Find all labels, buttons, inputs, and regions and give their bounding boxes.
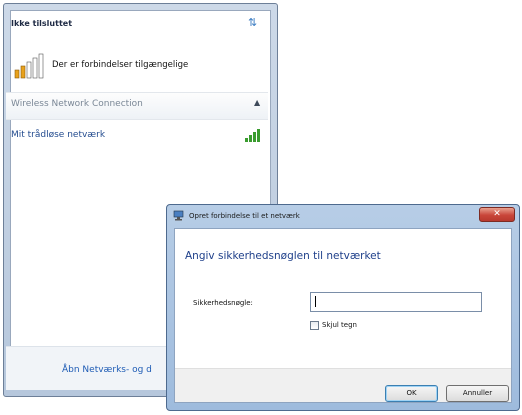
available-connections-text: Der er forbindelser tilgængelige: [52, 60, 189, 70]
network-name: Mit trådløse netværk: [11, 130, 106, 140]
cancel-button[interactable]: Annuller: [446, 385, 509, 402]
close-button[interactable]: ✕: [479, 207, 515, 222]
collapse-chevron-icon[interactable]: ▲: [254, 98, 260, 107]
wireless-section-label: Wireless Network Connection: [11, 99, 143, 109]
available-connections-icon: [14, 53, 44, 79]
security-key-input[interactable]: [310, 292, 482, 312]
hide-characters-label: Skjul tegn: [322, 321, 357, 329]
dialog-title: Opret forbindelse til et netværk: [189, 212, 300, 220]
dialog-heading: Angiv sikkerhedsnøglen til netværket: [185, 250, 381, 262]
network-title-icon: [173, 210, 184, 221]
connect-dialog: Opret forbindelse til et netværk ✕ Angiv…: [166, 204, 520, 411]
connection-status-title: Ikke tilsluttet: [11, 19, 73, 28]
text-caret: [315, 296, 316, 307]
open-network-center-link[interactable]: Åbn Netværks- og d: [62, 365, 152, 375]
security-key-label: Sikkerhedsnøgle:: [193, 299, 253, 307]
signal-strength-icon: [245, 129, 260, 142]
refresh-icon[interactable]: ⇅: [248, 16, 257, 29]
ok-button[interactable]: OK: [385, 385, 438, 402]
hide-characters-checkbox[interactable]: [310, 321, 319, 330]
